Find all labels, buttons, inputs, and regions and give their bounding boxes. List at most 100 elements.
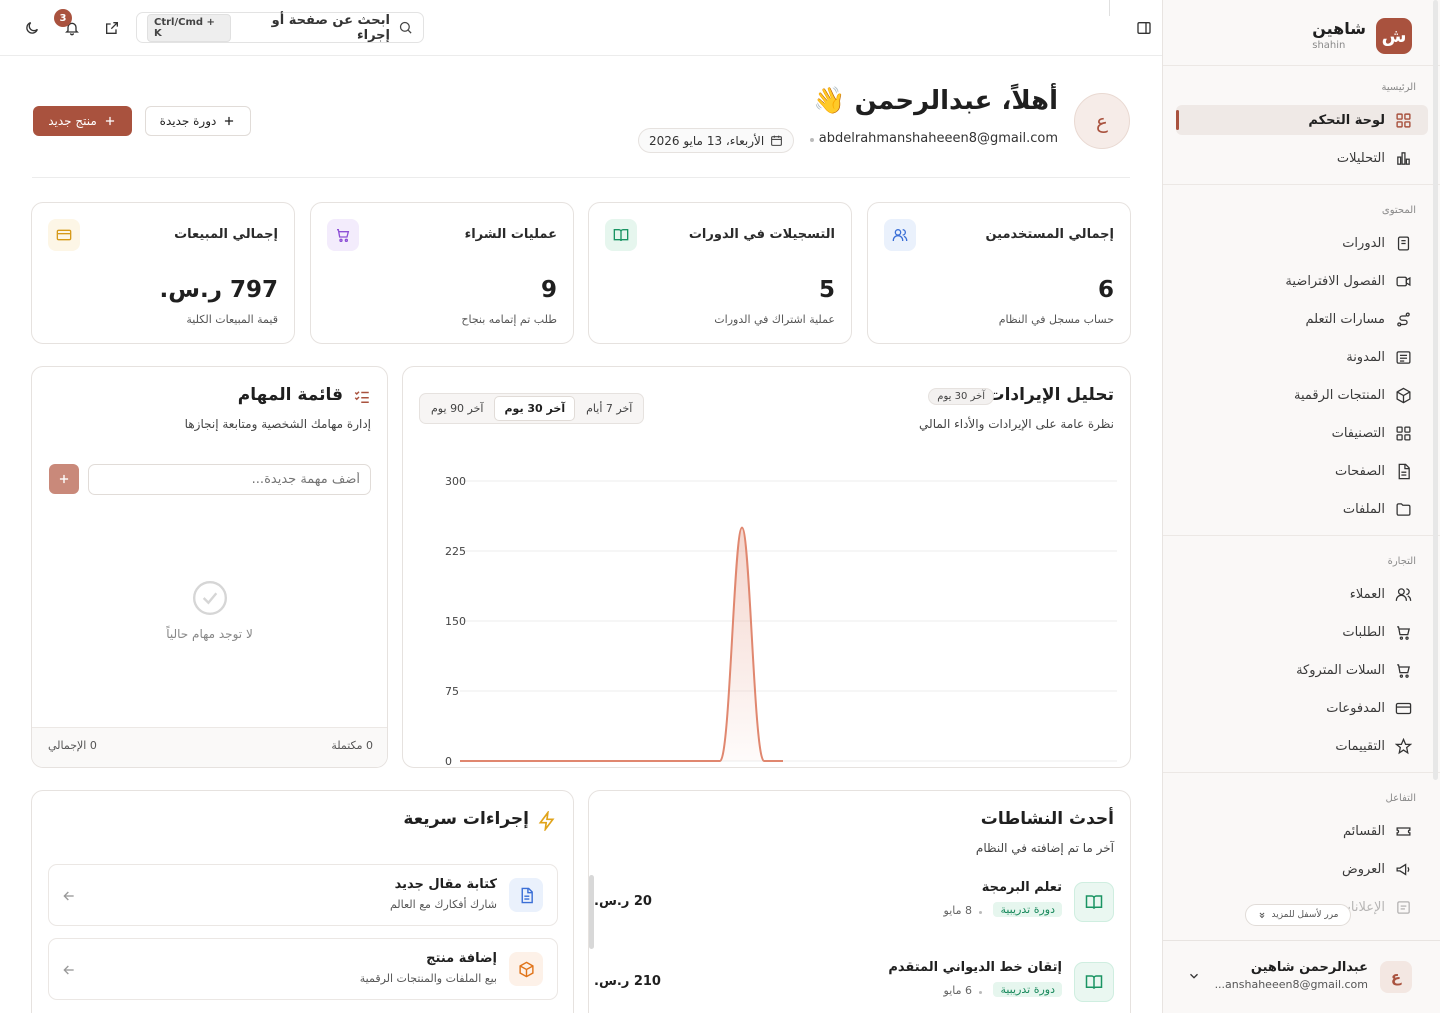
megaphone-icon (1396, 862, 1410, 876)
stat-subtitle: طلب تم إتمامه بنجاح (461, 313, 557, 326)
activity-item[interactable]: تعلم البرمجة دورة تدريبية 8 مايو 20 ر.س. (594, 872, 1114, 932)
stat-subtitle: عملية اشتراك في الدورات (714, 313, 835, 326)
new-product-button[interactable]: منتج جديد (33, 106, 132, 136)
sidebar-item-label: المدونة (1346, 349, 1385, 365)
sidebar-item-label: العملاء (1349, 586, 1385, 602)
header-email: abdelrahmanshaheeen8@gmail.com (818, 131, 1058, 146)
y-tick-label: 150 (445, 615, 466, 628)
package-icon (518, 961, 534, 977)
section-label-commerce: التجارة (1387, 556, 1416, 567)
stat-title: عمليات الشراء (464, 227, 557, 242)
quick-action-title: إضافة منتج (426, 951, 497, 966)
sidebar-item-orders[interactable]: الطلبات (1176, 617, 1428, 647)
sidebar-item-analytics[interactable]: التحليلات (1176, 143, 1428, 173)
quick-action-title: كتابة مقال جديد (394, 877, 497, 892)
plus-icon (59, 474, 69, 484)
blog-icon (1396, 350, 1411, 364)
checklist-icon (354, 391, 369, 403)
sidebar-item-offers[interactable]: العروض (1176, 854, 1428, 884)
sidebar-item-label: المدفوعات (1326, 700, 1385, 716)
sidebar-item-customers[interactable]: العملاء (1176, 579, 1428, 609)
user-menu[interactable]: ع عبدالرحمن شاهين ...anshaheeen8@gmail.c… (1163, 940, 1440, 1013)
stat-title: التسجيلات في الدورات (688, 227, 835, 242)
tasks-title: قائمة المهام (237, 385, 343, 405)
activity-item-title: إتقان خط الديواني المتقدم (888, 960, 1062, 975)
moon-icon[interactable] (24, 20, 40, 36)
sidebar-item-digital-products[interactable]: المنتجات الرقمية (1176, 380, 1428, 410)
book-open-icon (1085, 975, 1103, 989)
sidebar-item-label: القسائم (1343, 823, 1385, 839)
divider (1163, 65, 1440, 66)
brand-logo: ش (1376, 18, 1412, 54)
separator-dot (979, 991, 982, 994)
sidebar-item-label: التقييمات (1335, 738, 1385, 754)
sidebar-item-abandoned-carts[interactable]: السلات المتروكة (1176, 655, 1428, 685)
sidebar-toggle-icon[interactable] (1136, 20, 1152, 36)
new-task-input[interactable] (88, 464, 371, 495)
star-icon (1395, 737, 1412, 754)
scroll-more-button[interactable]: مرر لأسفل للمزيد (1245, 904, 1351, 926)
sidebar-item-reviews[interactable]: التقييمات (1176, 731, 1428, 761)
revenue-chart: 300 225 150 75 0 (445, 475, 1117, 768)
quick-action-icon-box (509, 952, 543, 986)
search-icon (399, 21, 412, 34)
sidebar-item-coupons[interactable]: القسائم (1176, 816, 1428, 846)
tab-90-days[interactable]: آخر 90 يوم (422, 396, 492, 421)
add-task-button[interactable] (49, 464, 79, 494)
book-icon (1397, 235, 1410, 251)
cart-icon (1397, 625, 1410, 640)
chevrons-down-icon (1260, 912, 1265, 919)
sidebar-item-label: التحليلات (1336, 150, 1385, 166)
activity-item[interactable]: إتقان خط الديواني المتقدم دورة تدريبية 6… (594, 952, 1114, 1012)
brand[interactable]: ش شاهين shahin (1312, 18, 1412, 54)
route-icon (1397, 311, 1410, 327)
sidebar-item-learning-paths[interactable]: مسارات التعلم (1176, 304, 1428, 334)
revenue-subtitle: نظرة عامة على الإيرادات والأداء المالي (919, 417, 1114, 431)
stat-card-sales: إجمالي المبيعات 797 ر.س. قيمة المبيعات ا… (31, 202, 295, 344)
sidebar-item-categories[interactable]: التصنيفات (1176, 418, 1428, 448)
stat-title: إجمالي المبيعات (174, 227, 278, 242)
external-link-icon[interactable] (104, 20, 120, 36)
stat-icon-box (884, 219, 916, 251)
section-label-content: المحتوى (1381, 205, 1416, 216)
activity-card: أحدث النشاطات آخر ما تم إضافته في النظام… (588, 790, 1131, 1013)
revenue-card: تحليل الإيرادات آخر 30 يوم نظرة عامة على… (402, 366, 1131, 768)
quick-action-add-product[interactable]: إضافة منتج بيع الملفات والمنتجات الرقمية (48, 938, 558, 1000)
activity-item-title: تعلم البرمجة (981, 880, 1062, 895)
sidebar-item-virtual-classes[interactable]: الفصول الافتراضية (1176, 266, 1428, 296)
stat-subtitle: قيمة المبيعات الكلية (186, 313, 278, 326)
calendar-icon (771, 135, 783, 146)
new-course-button[interactable]: دورة جديدة (145, 106, 251, 136)
quick-action-new-article[interactable]: كتابة مقال جديد شارك أفكارك مع العالم (48, 864, 558, 926)
sidebar-item-courses[interactable]: الدورات (1176, 228, 1428, 258)
tasks-card: قائمة المهام إدارة مهامك الشخصية ومتابعة… (31, 366, 388, 768)
wallet-icon (56, 229, 72, 241)
quick-action-icon-box (509, 878, 543, 912)
sidebar-item-payments[interactable]: المدفوعات (1176, 693, 1428, 723)
sidebar-item-label: المنتجات الرقمية (1293, 387, 1385, 403)
sidebar-item-label: الملفات (1342, 501, 1385, 517)
activity-item-date: 8 مايو (943, 904, 972, 917)
quick-action-subtitle: بيع الملفات والمنتجات الرقمية (359, 972, 497, 985)
stat-icon-box (48, 219, 80, 251)
tab-30-days[interactable]: آخر 30 يوم (494, 396, 576, 421)
sidebar-item-blog[interactable]: المدونة (1176, 342, 1428, 372)
separator-dot (810, 138, 814, 142)
stat-value: 797 ر.س. (159, 277, 278, 303)
divider (32, 177, 1130, 178)
sidebar-item-label: العروض (1341, 861, 1385, 877)
sidebar-item-dashboard[interactable]: لوحة التحكم (1176, 105, 1428, 135)
analytics-icon (1397, 151, 1410, 165)
tab-7-days[interactable]: آخر 7 أيام (577, 396, 641, 421)
arrow-left-icon (63, 965, 74, 975)
header-avatar: ع (1074, 93, 1130, 149)
users-icon (892, 229, 908, 241)
new-course-label: دورة جديدة (159, 114, 217, 128)
sidebar-item-pages[interactable]: الصفحات (1176, 456, 1428, 486)
sidebar-scrollbar[interactable] (1433, 0, 1438, 780)
search-input[interactable]: ابحث عن صفحة أو إجراء Ctrl/Cmd + K (136, 12, 424, 43)
tasks-footer: 0 مكتملة 0 الإجمالي (32, 727, 387, 767)
y-tick-label: 0 (445, 755, 452, 768)
sidebar-item-files[interactable]: الملفات (1176, 494, 1428, 524)
y-tick-label: 75 (445, 685, 459, 698)
